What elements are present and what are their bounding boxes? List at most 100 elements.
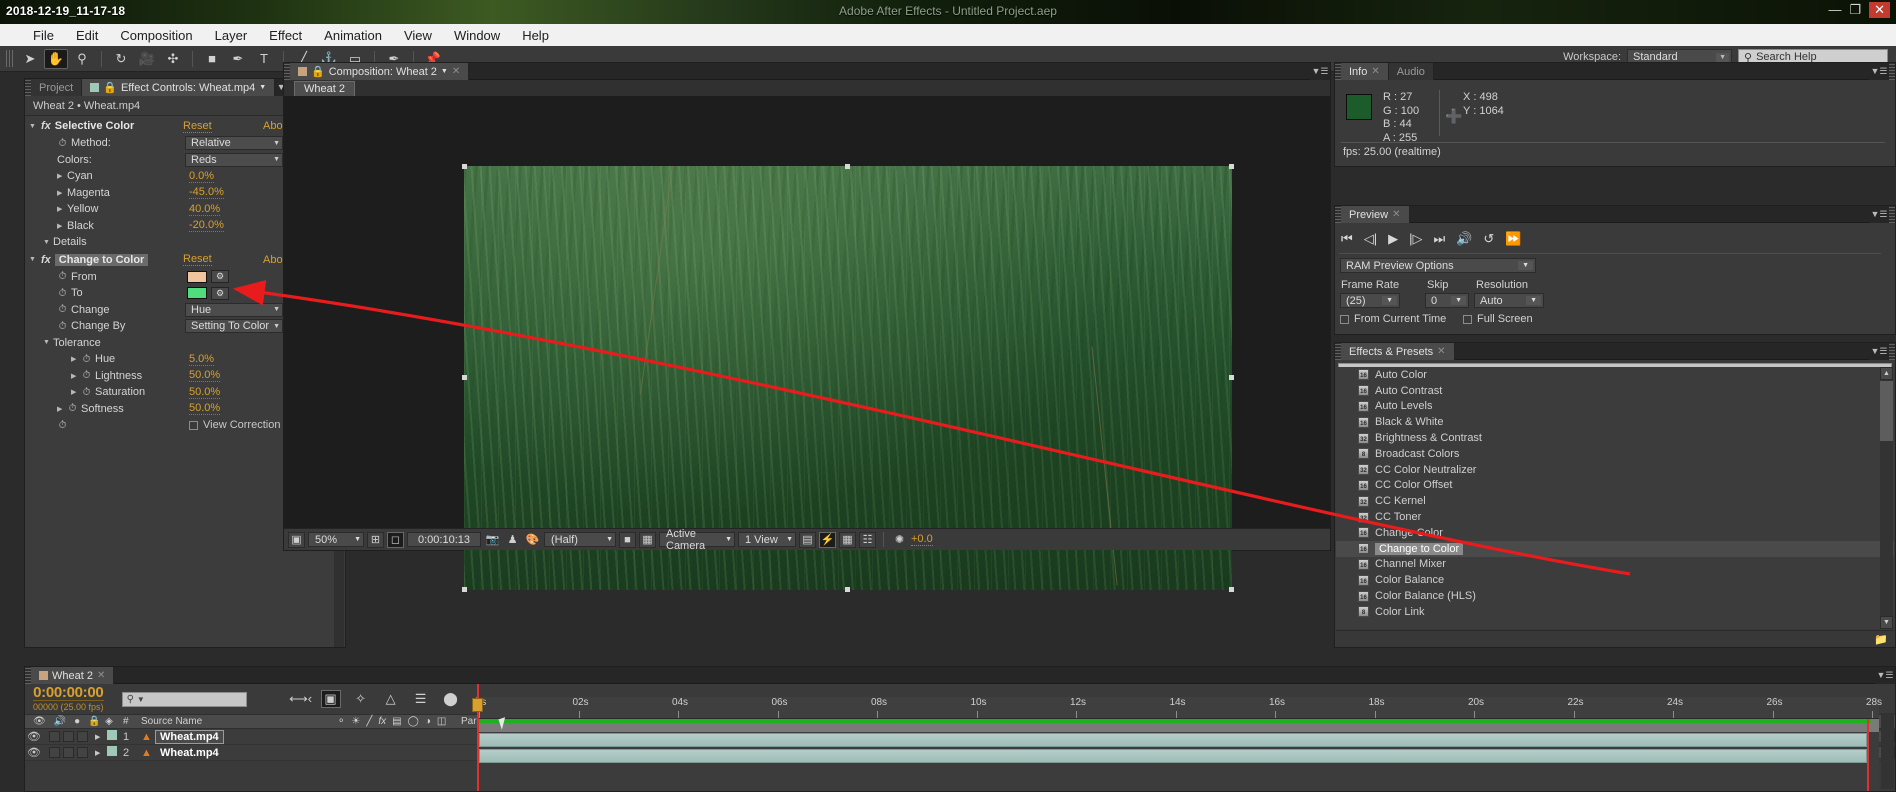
close-icon[interactable]: ✕ (1869, 2, 1890, 18)
timeline-ruler[interactable]: 0s02s04s06s08s10s12s14s16s18s20s22s24s26… (476, 697, 1882, 719)
loop-button[interactable]: ↺ (1483, 231, 1494, 247)
menu-composition[interactable]: Composition (109, 26, 203, 45)
param-dropdown[interactable]: Setting To Color ▼ (185, 319, 283, 334)
solo-toggle-icon[interactable] (63, 731, 74, 742)
param-color-swatch[interactable] (187, 287, 207, 300)
layer-duration-bar[interactable] (479, 733, 1867, 747)
effect-reset-button[interactable]: Reset (183, 120, 212, 133)
pixel-aspect-icon[interactable]: ▤ (799, 531, 816, 548)
transparency-grid-icon[interactable]: ▦ (639, 531, 656, 548)
param-value[interactable]: 0.0% (189, 170, 215, 183)
brainstorm-icon[interactable]: ⬤ (441, 690, 461, 708)
twirl-icon[interactable]: ▶ (95, 749, 107, 757)
preview-panel-menu[interactable]: ▼☰ (1869, 206, 1889, 223)
minimize-icon[interactable]: — (1828, 2, 1841, 18)
show-channel-icon[interactable]: 🎨 (524, 532, 541, 548)
lock-toggle-icon[interactable] (77, 747, 88, 758)
frame-rate-select[interactable]: (25) ▼ (1340, 293, 1400, 308)
tab-info[interactable]: Info ✕ (1341, 63, 1389, 80)
skip-select[interactable]: 0 ▼ (1425, 293, 1469, 308)
timeline-switch-icon[interactable]: ▦ (839, 531, 856, 548)
panel-grip-icon[interactable] (1889, 206, 1895, 223)
menu-effect[interactable]: Effect (258, 26, 313, 45)
grid-guides-icon[interactable]: ⊞ (367, 531, 384, 548)
ram-preview-options-select[interactable]: RAM Preview Options ▼ (1340, 258, 1536, 273)
close-icon[interactable]: ✕ (452, 66, 460, 77)
twirl-down-icon[interactable]: ▼ (29, 123, 39, 130)
eyedropper-icon[interactable]: ⚙ (211, 286, 229, 300)
effect-list-item-cc-toner[interactable]: 32 CC Toner (1336, 509, 1894, 525)
panel-grip-icon[interactable] (1889, 63, 1895, 80)
stopwatch-icon[interactable]: ⏱ (57, 288, 68, 299)
chevron-down-icon[interactable]: ▼ (259, 84, 266, 91)
selection-handle[interactable] (1229, 375, 1234, 380)
exposure-icon[interactable]: ✺ (891, 532, 908, 548)
close-icon[interactable]: ✕ (1437, 346, 1445, 357)
effect-list-item-broadcast-colors[interactable]: 8 Broadcast Colors (1336, 446, 1894, 462)
motion-blur-icon[interactable]: ☰ (411, 690, 431, 708)
tab-preview[interactable]: Preview ✕ (1341, 206, 1410, 223)
timeline-bars-area[interactable] (477, 719, 1879, 791)
effect-list-item-color-link[interactable]: 8 Color Link (1336, 604, 1894, 620)
pan-behind-tool[interactable]: ✣ (161, 49, 185, 69)
info-panel-menu[interactable]: ▼☰ (1869, 63, 1889, 80)
next-frame-button[interactable]: |▷ (1409, 231, 1422, 247)
close-icon[interactable]: ✕ (97, 670, 105, 681)
composition-mini-flowchart-icon[interactable]: ⟷‹ (289, 690, 312, 708)
effect-list-item-cc-kernel[interactable]: 32 CC Kernel (1336, 493, 1894, 509)
param-value[interactable]: 50.0% (189, 402, 221, 416)
twirl-down-icon[interactable]: ▼ (29, 256, 39, 263)
camera-view-select[interactable]: Active Camera ▼ (659, 528, 735, 552)
effects-presets-panel-menu[interactable]: ▼☰ (1869, 343, 1889, 360)
scrollbar-thumb[interactable] (1880, 381, 1893, 441)
toolbar-grip-icon[interactable] (6, 50, 13, 67)
viewer-timecode[interactable]: 0:00:10:13 (407, 532, 481, 547)
tab-effect-controls[interactable]: 🔒 Effect Controls: Wheat.mp4 ▼ (82, 79, 276, 96)
last-frame-button[interactable]: ⏭ (1433, 231, 1445, 247)
camera-tool[interactable]: 🎥 (135, 49, 159, 69)
stopwatch-icon[interactable]: ⏱ (67, 403, 78, 414)
take-snapshot-icon[interactable]: 📷 (484, 532, 501, 548)
scroll-up-arrow-icon[interactable]: ▲ (1880, 367, 1893, 380)
always-preview-icon[interactable]: ▣ (288, 531, 305, 548)
menu-file[interactable]: File (22, 26, 65, 45)
menu-help[interactable]: Help (511, 26, 560, 45)
effect-list-item-change-color[interactable]: 16 Change Color (1336, 525, 1894, 541)
param-value[interactable]: -45.0% (189, 186, 224, 200)
selection-handle[interactable] (1229, 587, 1234, 592)
ram-preview-button[interactable]: ⏩ (1505, 231, 1521, 247)
resolution-select[interactable]: (Half) ▼ (544, 532, 616, 547)
effect-list-item-auto-color[interactable]: 16 Auto Color (1336, 367, 1894, 383)
label-color-icon[interactable] (107, 746, 117, 756)
draft-3d-icon[interactable]: ▣ (320, 690, 341, 708)
pen-tool[interactable]: ✒ (226, 49, 250, 69)
param-value[interactable]: 40.0% (189, 203, 221, 216)
eyedropper-icon[interactable]: ⚙ (211, 270, 229, 284)
lock-icon[interactable]: 🔒 (311, 65, 325, 78)
param-value[interactable]: -20.0% (189, 219, 224, 233)
show-snapshot-icon[interactable]: ♟ (504, 532, 521, 548)
audio-button[interactable]: 🔊 (1456, 231, 1472, 247)
menu-layer[interactable]: Layer (204, 26, 259, 45)
selection-handle[interactable] (462, 375, 467, 380)
twirl-icon[interactable]: ▶ (57, 222, 67, 230)
comp-flowchart-icon[interactable]: ☷ (859, 531, 876, 548)
param-value[interactable]: 50.0% (189, 369, 221, 383)
timeline-search-input[interactable]: ⚲ ▼ (121, 691, 247, 707)
close-icon[interactable]: ✕ (1392, 209, 1400, 220)
menu-view[interactable]: View (393, 26, 443, 45)
param-color-swatch[interactable] (187, 270, 207, 283)
selection-tool[interactable]: ➤ (18, 49, 42, 69)
effect-list-item-cc-color-neutralizer[interactable]: 32 CC Color Neutralizer (1336, 462, 1894, 478)
lock-toggle-icon[interactable] (77, 731, 88, 742)
effect-list-item-brightness-contrast[interactable]: 32 Brightness & Contrast (1336, 430, 1894, 446)
effect-list-item-black-white[interactable]: 16 Black & White (1336, 414, 1894, 430)
stopwatch-icon[interactable]: ⏱ (57, 321, 68, 332)
selection-handle[interactable] (845, 587, 850, 592)
effect-list-item-change-to-color[interactable]: 16 Change to Color (1336, 540, 1894, 557)
current-time-indicator-head[interactable] (472, 698, 483, 712)
effect-reset-button[interactable]: Reset (183, 253, 212, 267)
play-button[interactable]: ▶ (1388, 231, 1398, 247)
selection-handle[interactable] (462, 164, 467, 169)
composition-viewer-stage[interactable] (284, 96, 1330, 592)
